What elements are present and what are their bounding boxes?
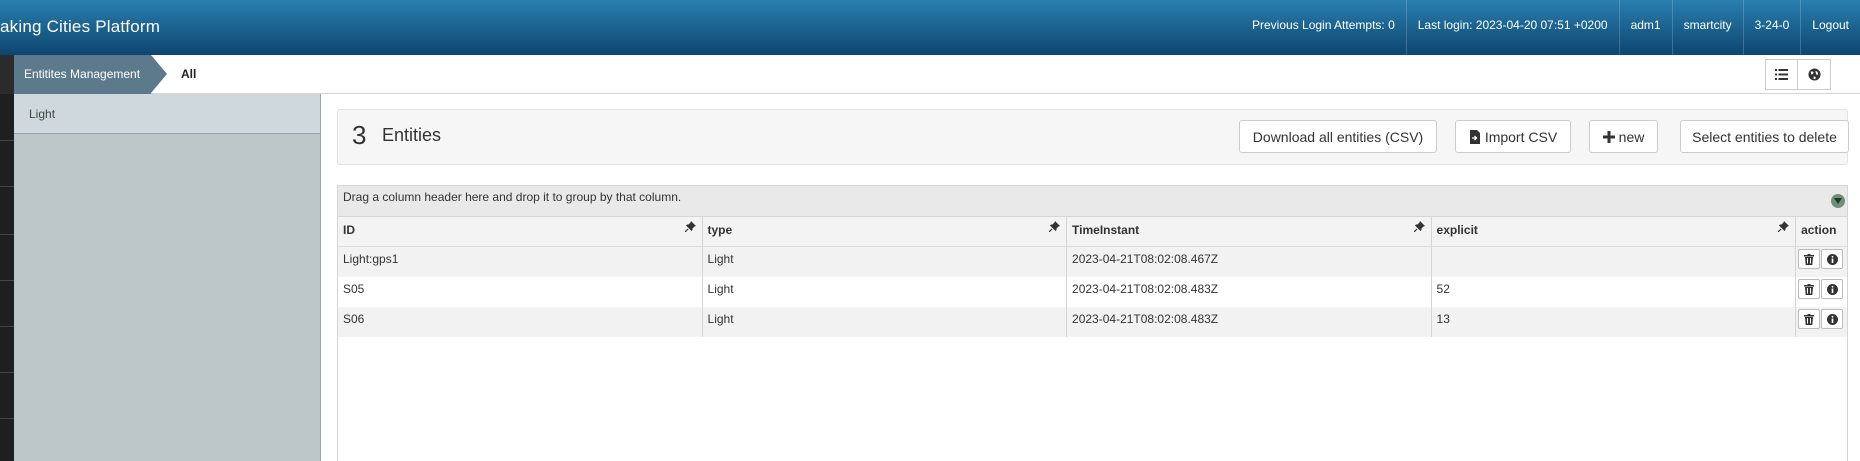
cell-explicit — [1432, 247, 1797, 277]
list-view-button[interactable] — [1765, 59, 1798, 90]
trash-icon — [1804, 313, 1815, 325]
cell-timeinstant: 2023-04-21T08:02:08.483Z — [1067, 307, 1432, 337]
globe-icon — [1807, 68, 1821, 81]
cell-id: S06 — [338, 307, 703, 337]
info-icon — [1826, 253, 1838, 265]
cell-id: S05 — [338, 277, 703, 307]
column-header-explicit[interactable]: explicit — [1432, 217, 1797, 246]
breadcrumb-arrow — [151, 55, 167, 93]
import-csv-label: Import CSV — [1484, 128, 1558, 145]
map-view-button[interactable] — [1798, 59, 1831, 90]
entity-info-button[interactable] — [1821, 279, 1844, 299]
chevron-down-icon — [1834, 198, 1842, 204]
plus-icon — [1602, 130, 1615, 143]
strip-divider — [0, 372, 14, 373]
delete-entity-button[interactable] — [1798, 249, 1821, 269]
view-toggle — [1765, 59, 1831, 90]
info-icon — [1826, 283, 1838, 295]
new-entity-button[interactable]: new — [1589, 120, 1658, 153]
column-header-action: action — [1796, 217, 1847, 246]
sidebar-item-light[interactable]: Light — [14, 94, 320, 134]
app-strip — [0, 94, 14, 461]
download-csv-button[interactable]: Download all entities (CSV) — [1239, 120, 1437, 153]
new-entity-label: new — [1618, 128, 1645, 145]
strip-divider — [0, 326, 14, 327]
column-header-id[interactable]: ID — [338, 217, 703, 246]
pin-icon[interactable] — [1413, 221, 1425, 232]
logout-link[interactable]: Logout — [1800, 0, 1860, 55]
cell-type: Light — [703, 277, 1068, 307]
left-strip — [0, 55, 14, 94]
entities-grid: Drag a column header here and drop it to… — [337, 185, 1848, 461]
grid-header: ID type TimeInstant explicit action — [338, 217, 1847, 247]
delete-entity-button[interactable] — [1798, 309, 1821, 329]
column-header-label: explicit — [1436, 223, 1478, 237]
strip-divider — [0, 140, 14, 141]
table-row[interactable]: S05 Light 2023-04-21T08:02:08.483Z 52 — [338, 277, 1847, 307]
select-delete-button[interactable]: Select entities to delete — [1680, 120, 1849, 153]
top-header: aking Cities Platform Previous Login Att… — [0, 0, 1860, 55]
delete-entity-button[interactable] — [1798, 279, 1821, 299]
user-menu[interactable]: adm1 — [1618, 0, 1672, 55]
platform-title: aking Cities Platform — [0, 17, 161, 36]
group-by-panel[interactable]: Drag a column header here and drop it to… — [338, 186, 1847, 217]
column-header-label: TimeInstant — [1072, 223, 1140, 237]
download-csv-label: Download all entities (CSV) — [1252, 128, 1424, 145]
last-login: Last login: 2023-04-20 07:51 +0200 — [1405, 0, 1619, 55]
column-header-label: type — [707, 223, 733, 237]
version-label[interactable]: 3-24-0 — [1742, 0, 1801, 55]
cell-timeinstant: 2023-04-21T08:02:08.467Z — [1067, 247, 1432, 277]
import-csv-button[interactable]: Import CSV — [1455, 120, 1571, 153]
select-delete-label: Select entities to delete — [1692, 128, 1837, 145]
strip-divider — [0, 186, 14, 187]
service-menu[interactable]: smartcity — [1671, 0, 1743, 55]
pin-icon[interactable] — [684, 221, 696, 232]
column-header-timeinstant[interactable]: TimeInstant — [1067, 217, 1432, 246]
table-row[interactable]: Light:gps1 Light 2023-04-21T08:02:08.467… — [338, 247, 1847, 277]
entity-info-button[interactable] — [1821, 249, 1844, 269]
entity-info-button[interactable] — [1821, 309, 1844, 329]
cell-type: Light — [703, 247, 1068, 277]
cell-timeinstant: 2023-04-21T08:02:08.483Z — [1067, 277, 1432, 307]
cell-explicit: 13 — [1432, 307, 1797, 337]
cell-type: Light — [703, 307, 1068, 337]
breadcrumb-current: All — [181, 67, 197, 81]
top-nav: Previous Login Attempts: 0 Last login: 2… — [1241, 0, 1860, 55]
pin-icon[interactable] — [1049, 221, 1061, 232]
collapse-button[interactable] — [1831, 194, 1845, 208]
column-header-label: ID — [343, 223, 355, 237]
pin-icon[interactable] — [1778, 221, 1790, 232]
entity-type-sidebar: Light — [14, 94, 321, 461]
entities-toolbar: 3 Entities Download all entities (CSV) I… — [337, 109, 1849, 165]
cell-action — [1796, 247, 1847, 277]
cell-explicit: 52 — [1432, 277, 1797, 307]
table-row[interactable]: S06 Light 2023-04-21T08:02:08.483Z 13 — [338, 307, 1847, 337]
group-by-hint: Drag a column header here and drop it to… — [343, 190, 682, 204]
file-import-icon — [1469, 129, 1480, 144]
cell-id: Light:gps1 — [338, 247, 703, 277]
breadcrumb-section[interactable]: Entitites Management — [14, 55, 151, 94]
strip-divider — [0, 280, 14, 281]
entity-count-label: Entities — [382, 125, 442, 145]
list-icon — [1775, 69, 1788, 80]
strip-divider — [0, 234, 14, 235]
cell-action — [1796, 277, 1847, 307]
breadcrumb: Entitites Management All — [0, 55, 1860, 94]
column-header-type[interactable]: type — [703, 217, 1068, 246]
column-header-label: action — [1801, 223, 1837, 237]
info-icon — [1826, 313, 1838, 325]
entity-count: 3 — [352, 120, 367, 150]
strip-divider — [0, 418, 14, 419]
cell-action — [1796, 307, 1847, 337]
main-content: 3 Entities Download all entities (CSV) I… — [322, 94, 1860, 461]
trash-icon — [1804, 253, 1815, 265]
trash-icon — [1804, 283, 1815, 295]
login-attempts: Previous Login Attempts: 0 — [1252, 18, 1395, 32]
